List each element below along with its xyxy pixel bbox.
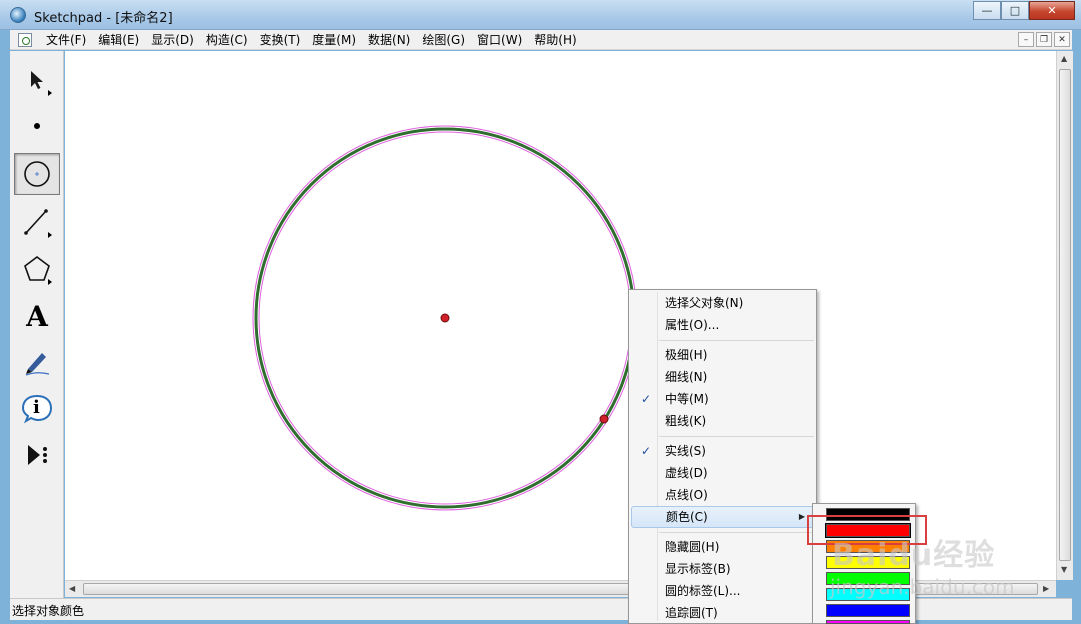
window-title: Sketchpad - [未命名2]	[34, 11, 173, 26]
point-icon	[34, 123, 40, 129]
menu-item-label: 颜色(C)	[666, 510, 708, 524]
menu-item-label: 圆的标签(L)...	[665, 584, 741, 598]
menu-item-dotted[interactable]: 点线(O)	[631, 484, 814, 506]
menu-item-label: 显示标签(B)	[665, 562, 731, 576]
radius-point[interactable]	[599, 414, 609, 424]
scroll-down-icon[interactable]: ▼	[1061, 565, 1067, 574]
menu-item-label: 点线(O)	[665, 488, 708, 502]
compass-tool[interactable]	[14, 153, 60, 195]
sketchpad-app-icon	[10, 7, 26, 23]
custom-tools-icon	[28, 445, 47, 465]
arrow-tool[interactable]	[14, 59, 60, 101]
menu-item-label: 中等(M)	[665, 392, 709, 406]
document-window-controls: – ❐ ✕	[1018, 32, 1070, 47]
tool-menu-indicator-icon	[48, 232, 52, 238]
menu-graph[interactable]: 绘图(G)	[416, 30, 471, 50]
menu-help[interactable]: 帮助(H)	[528, 30, 582, 50]
menu-item-circle-label[interactable]: 圆的标签(L)...	[631, 580, 814, 602]
doc-close-button[interactable]: ✕	[1054, 32, 1070, 47]
arrow-select-icon	[31, 71, 43, 89]
menu-item-label: 实线(S)	[665, 444, 706, 458]
marker-icon	[25, 353, 50, 376]
menu-item-trace-circle[interactable]: 追踪圆(T)	[631, 602, 814, 624]
color-swatch-magenta[interactable]	[826, 620, 910, 624]
circle-construction[interactable]	[65, 51, 1056, 580]
menu-item-hide-circle[interactable]: 隐藏圆(H)	[631, 536, 814, 558]
menu-item-medium[interactable]: ✓ 中等(M)	[631, 388, 814, 410]
info-glyph: i	[33, 397, 40, 418]
scroll-right-icon[interactable]: ▶	[1043, 584, 1049, 593]
menu-item-color[interactable]: 颜色(C) ▶	[631, 506, 814, 528]
menu-item-label: 虚线(D)	[665, 466, 708, 480]
menu-item-label: 隐藏圆(H)	[665, 540, 720, 554]
check-icon: ✓	[640, 444, 652, 458]
menu-item-label: 选择父对象(N)	[665, 296, 744, 310]
window-controls: — □ ✕	[973, 1, 1075, 20]
baidu-watermark-url: jingyan.baidu.com	[830, 575, 1015, 599]
menu-file[interactable]: 文件(F)	[40, 30, 92, 50]
menu-display[interactable]: 显示(D)	[145, 30, 200, 50]
scroll-up-icon[interactable]: ▲	[1061, 54, 1067, 63]
vertical-scroll-thumb[interactable]	[1059, 69, 1071, 561]
menu-item-label: 属性(O)...	[665, 318, 720, 332]
color-swatch-blue[interactable]	[826, 604, 910, 617]
straightedge-tool[interactable]	[14, 201, 60, 243]
menu-item-show-label[interactable]: 显示标签(B)	[631, 558, 814, 580]
menu-item-label: 细线(N)	[665, 370, 708, 384]
toolbox: A i	[10, 51, 64, 598]
maximize-button[interactable]: □	[1001, 1, 1029, 20]
menu-measure[interactable]: 度量(M)	[306, 30, 362, 50]
compass-circle-icon	[24, 161, 50, 187]
point-tool[interactable]	[14, 105, 60, 147]
tool-menu-indicator-icon	[48, 90, 52, 96]
menu-separator	[659, 532, 814, 533]
polygon-tool[interactable]	[14, 248, 60, 290]
menu-item-label: 极细(H)	[665, 348, 708, 362]
tool-menu-indicator-icon	[48, 279, 52, 285]
menu-item-properties[interactable]: 属性(O)...	[631, 314, 814, 336]
close-button[interactable]: ✕	[1029, 1, 1075, 20]
menu-transform[interactable]: 变换(T)	[254, 30, 307, 50]
menu-item-thick[interactable]: 粗线(K)	[631, 410, 814, 432]
baidu-watermark: Baidu经验	[832, 538, 996, 573]
custom-tool[interactable]	[14, 434, 60, 476]
marker-tool[interactable]	[14, 341, 60, 383]
menu-item-thin[interactable]: 细线(N)	[631, 366, 814, 388]
submenu-arrow-icon: ▶	[798, 512, 805, 521]
menu-item-solid[interactable]: ✓ 实线(S)	[631, 440, 814, 462]
menu-item-select-parents[interactable]: 选择父对象(N)	[631, 292, 814, 314]
sketch-canvas[interactable]	[65, 51, 1056, 580]
scroll-left-icon[interactable]: ◀	[69, 584, 75, 593]
menu-separator	[659, 340, 814, 341]
menu-item-label: 粗线(K)	[665, 414, 707, 428]
status-text: 选择对象颜色	[12, 604, 85, 618]
doc-restore-button[interactable]: ❐	[1036, 32, 1052, 47]
title-bar: Sketchpad - [未命名2] — □ ✕	[0, 0, 1081, 30]
menu-item-dotted-thin[interactable]: 极细(H)	[631, 344, 814, 366]
doc-minimize-button[interactable]: –	[1018, 32, 1034, 47]
menu-construct[interactable]: 构造(C)	[200, 30, 254, 50]
menu-separator	[659, 436, 814, 437]
context-menu: 选择父对象(N) 属性(O)... 极细(H) 细线(N) ✓ 中等(M) 粗线(…	[628, 289, 817, 624]
information-tool[interactable]: i	[14, 388, 60, 430]
center-point[interactable]	[440, 313, 450, 323]
menu-item-dashed[interactable]: 虚线(D)	[631, 462, 814, 484]
text-tool[interactable]: A	[14, 295, 60, 337]
check-icon: ✓	[640, 392, 652, 406]
text-icon: A	[26, 299, 48, 333]
menu-window[interactable]: 窗口(W)	[471, 30, 528, 50]
menu-number[interactable]: 数据(N)	[362, 30, 416, 50]
minimize-button[interactable]: —	[973, 1, 1001, 20]
vertical-scrollbar[interactable]: ▲ ▼	[1056, 51, 1073, 580]
menu-item-label: 追踪圆(T)	[665, 606, 718, 620]
menu-edit[interactable]: 编辑(E)	[92, 30, 145, 50]
menu-bar: 文件(F) 编辑(E) 显示(D) 构造(C) 变换(T) 度量(M) 数据(N…	[10, 30, 1072, 50]
document-icon[interactable]	[18, 32, 32, 47]
